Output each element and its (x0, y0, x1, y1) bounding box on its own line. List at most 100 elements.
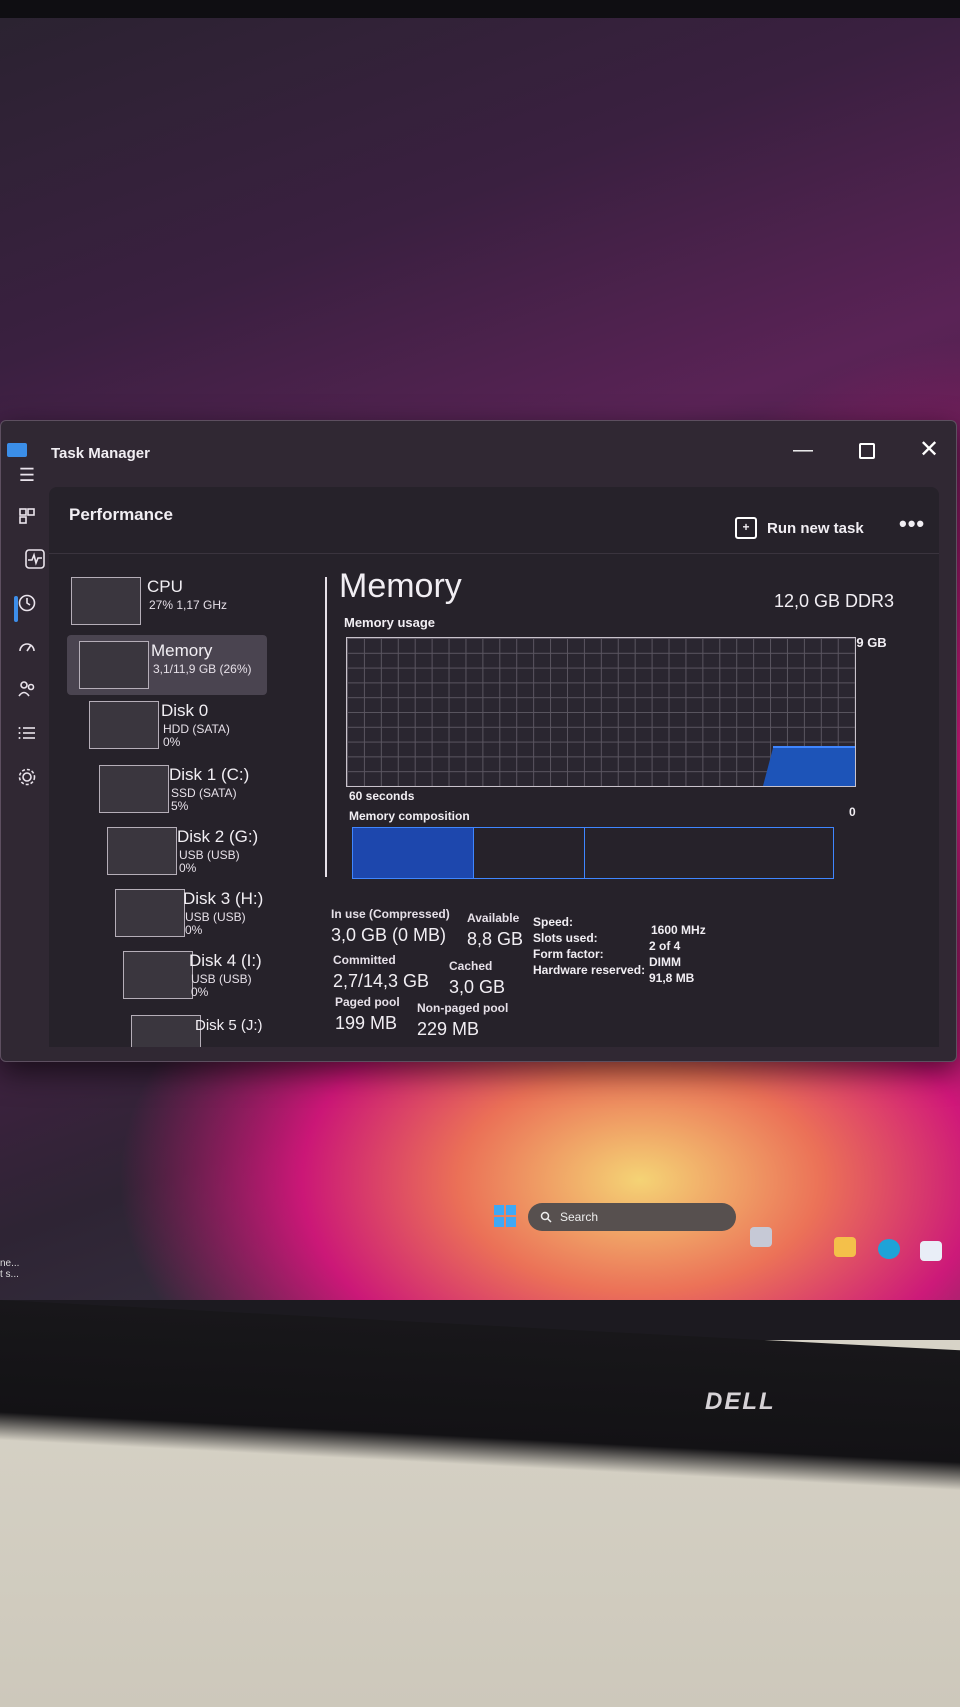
memory-composition-bar (352, 827, 834, 879)
in-use-value: 3,0 GB (0 MB) (331, 925, 447, 945)
paged-pool-label: Paged pool (335, 995, 400, 1009)
memory-usage-label: Memory usage (344, 615, 436, 630)
paged-pool-value: 199 MB (335, 1013, 398, 1033)
windows-logo-tile (506, 1205, 516, 1215)
resource-detail: 27% 1,17 GHz (149, 598, 228, 612)
microsoft-store-icon[interactable] (920, 1241, 942, 1261)
disk-1-thumbnail-graph (99, 765, 169, 813)
resource-name: Disk 4 (I:) (189, 951, 262, 970)
run-task-icon: + (735, 517, 757, 539)
desktop-wallpaper: Task Manager — ✕ ☰ ⚙ (0, 0, 960, 1300)
edge-browser-icon[interactable] (878, 1239, 900, 1259)
memory-type: 12,0 GB DDR3 (774, 591, 895, 611)
resource-usage: 0% (163, 735, 181, 749)
resource-disk-1[interactable]: Disk 1 (C:) SSD (SATA) 5% (99, 763, 299, 821)
maximize-button[interactable] (847, 435, 887, 465)
resource-name: Disk 1 (C:) (169, 765, 250, 784)
disk-0-thumbnail-graph (89, 701, 159, 749)
resource-name: Disk 2 (G:) (177, 827, 259, 846)
close-button[interactable]: ✕ (909, 435, 949, 465)
monitor-bezel-top (0, 0, 960, 18)
form-factor-label: Form factor: (533, 947, 604, 961)
search-icon (540, 1211, 552, 1223)
committed-label: Committed (333, 953, 396, 967)
task-manager-window: Task Manager — ✕ ☰ ⚙ (0, 420, 957, 1062)
resource-name: Disk 0 (161, 701, 209, 720)
resource-cpu[interactable]: CPU 27% 1,17 GHz (71, 575, 271, 633)
performance-icon[interactable] (21, 549, 49, 577)
monitor-brand-logo: DELL (705, 1388, 776, 1415)
resource-name: Memory (151, 641, 213, 660)
memory-usage-graph-fill (773, 746, 855, 786)
cpu-thumbnail-graph (71, 577, 141, 625)
header-divider (49, 553, 939, 554)
list-divider (325, 577, 327, 877)
notification-line-1: ne... (0, 1258, 20, 1269)
startup-apps-icon[interactable] (13, 637, 41, 665)
notification-line-2: t s... (0, 1269, 19, 1280)
memory-thumbnail-graph (79, 641, 149, 689)
resource-disk-5[interactable]: Disk 5 (J:) (131, 1013, 331, 1047)
composition-modified-segment[interactable] (474, 828, 585, 878)
graph-time-label: 60 seconds (349, 789, 415, 803)
resource-detail: 3,1/11,9 GB (26%) (153, 662, 252, 676)
users-icon[interactable] (13, 679, 41, 707)
windows-logo-tile (506, 1217, 516, 1227)
page-title: Performance (69, 505, 173, 524)
app-history-icon[interactable] (13, 593, 41, 621)
task-manager-app-icon (7, 443, 27, 457)
memory-usage-graph-slope (763, 748, 773, 786)
resource-usage: 0% (179, 861, 197, 875)
resource-disk-4[interactable]: Disk 4 (I:) USB (USB) 0% (123, 949, 323, 1007)
disk-3-thumbnail-graph (115, 889, 185, 937)
start-button[interactable] (494, 1205, 516, 1227)
slots-label: Slots used: (533, 931, 598, 945)
hardware-reserved-value: 91,8 MB (649, 971, 695, 985)
performance-panel: Performance + Run new task ••• CPU 27% 1… (49, 487, 939, 1047)
hamburger-menu-icon[interactable]: ☰ (13, 461, 41, 489)
memory-title: Memory (339, 567, 462, 605)
windows-logo-tile (494, 1217, 504, 1227)
hardware-reserved-label: Hardware reserved: (533, 963, 646, 977)
in-use-label: In use (Compressed) (331, 907, 450, 921)
resource-name: Disk 5 (J:) (195, 1017, 263, 1034)
run-new-task-button[interactable]: + Run new task (735, 517, 864, 539)
disk-5-thumbnail-graph (131, 1015, 201, 1047)
title-bar[interactable]: Task Manager — ✕ (1, 421, 956, 469)
services-icon[interactable] (13, 767, 41, 795)
task-view-icon[interactable] (750, 1227, 772, 1247)
available-value: 8,8 GB (467, 929, 524, 949)
committed-value: 2,7/14,3 GB (333, 971, 430, 991)
composition-in-use-segment[interactable] (353, 828, 474, 878)
speed-value: 1600 MHz (651, 923, 706, 937)
resource-name: CPU (147, 577, 183, 596)
file-explorer-icon[interactable] (834, 1237, 856, 1257)
run-new-task-label: Run new task (767, 519, 864, 537)
resource-usage: 0% (191, 985, 209, 999)
more-options-button[interactable]: ••• (899, 511, 925, 537)
resource-name: Disk 3 (H:) (183, 889, 264, 908)
details-icon[interactable] (13, 723, 41, 751)
maximize-icon (859, 442, 875, 459)
window-title: Task Manager (51, 445, 150, 462)
taskbar: Search (0, 1195, 960, 1261)
non-paged-pool-value: 229 MB (417, 1019, 480, 1039)
resource-memory[interactable]: Memory 3,1/11,9 GB (26%) (67, 635, 267, 695)
resource-disk-0[interactable]: Disk 0 HDD (SATA) 0% (89, 699, 289, 757)
resource-disk-2[interactable]: Disk 2 (G:) USB (USB) 0% (107, 825, 307, 883)
resource-disk-3[interactable]: Disk 3 (H:) USB (USB) 0% (115, 887, 315, 945)
processes-icon[interactable] (13, 505, 41, 533)
graph-zero-label: 0 (849, 805, 856, 819)
available-label: Available (467, 911, 520, 925)
minimize-button[interactable]: — (783, 435, 823, 465)
notification-snippet: ne... t s... (0, 1258, 19, 1280)
cached-label: Cached (449, 959, 493, 973)
slots-value: 2 of 4 (649, 939, 681, 953)
windows-logo-tile (494, 1205, 504, 1215)
taskbar-search-box[interactable]: Search (528, 1203, 736, 1231)
resource-usage: 0% (185, 923, 203, 937)
memory-usage-graph (346, 637, 856, 787)
cached-value: 3,0 GB (449, 977, 506, 997)
non-paged-pool-label: Non-paged pool (417, 1001, 509, 1015)
disk-2-thumbnail-graph (107, 827, 177, 875)
